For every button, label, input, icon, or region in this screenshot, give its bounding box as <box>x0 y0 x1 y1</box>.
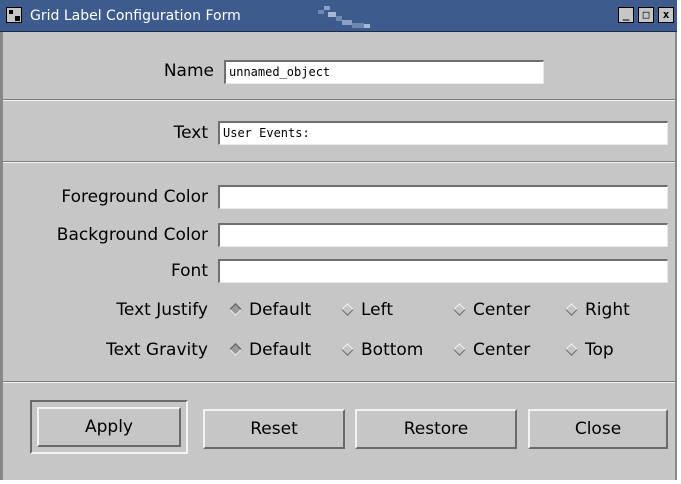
title-bar[interactable]: Grid Label Configuration Form _ □ x <box>0 0 677 32</box>
gravity-top-radio[interactable]: Top <box>564 339 614 361</box>
text-gravity-label: Text Gravity <box>106 340 208 360</box>
separator <box>3 99 675 101</box>
radio-unselected-icon <box>341 342 354 356</box>
window-bottom-edge <box>0 480 681 484</box>
window-title: Grid Label Configuration Form <box>30 8 241 24</box>
justify-default-radio[interactable]: Default <box>228 299 311 321</box>
font-field[interactable] <box>218 259 668 283</box>
radio-unselected-icon <box>453 342 466 356</box>
text-field[interactable]: User Events: <box>218 121 668 145</box>
reset-button[interactable]: Reset <box>203 409 345 449</box>
configuration-window: Grid Label Configuration Form _ □ x Name… <box>0 0 681 484</box>
name-label: Name <box>163 61 214 81</box>
radio-unselected-icon <box>565 342 578 356</box>
radio-label: Default <box>249 300 312 320</box>
radio-label: Center <box>473 340 531 360</box>
radio-label: Top <box>585 340 614 360</box>
background-color-field[interactable] <box>218 223 668 247</box>
name-field[interactable]: unnamed_object <box>224 60 544 84</box>
foreground-color-field[interactable] <box>218 185 668 209</box>
radio-label: Center <box>473 300 531 320</box>
maximize-button[interactable]: □ <box>638 7 654 23</box>
radio-selected-icon <box>229 302 242 316</box>
gravity-bottom-radio[interactable]: Bottom <box>340 339 423 361</box>
foreground-color-label: Foreground Color <box>61 187 208 207</box>
close-button[interactable]: Close <box>528 409 668 449</box>
text-label: Text <box>173 123 208 143</box>
radio-unselected-icon <box>453 302 466 316</box>
separator <box>3 161 675 163</box>
radio-label: Right <box>585 300 630 320</box>
radio-selected-icon <box>229 342 242 356</box>
radio-label: Default <box>249 340 312 360</box>
window-menu-icon[interactable] <box>6 7 22 23</box>
justify-left-radio[interactable]: Left <box>340 299 393 321</box>
separator <box>3 381 675 383</box>
radio-unselected-icon <box>341 302 354 316</box>
gravity-center-radio[interactable]: Center <box>452 339 530 361</box>
close-window-button[interactable]: x <box>658 7 674 23</box>
radio-label: Bottom <box>361 340 424 360</box>
radio-label: Left <box>361 300 393 320</box>
gravity-default-radio[interactable]: Default <box>228 339 311 361</box>
radio-unselected-icon <box>565 302 578 316</box>
minimize-button[interactable]: _ <box>618 7 634 23</box>
font-label: Font <box>170 261 208 281</box>
justify-center-radio[interactable]: Center <box>452 299 530 321</box>
justify-right-radio[interactable]: Right <box>564 299 630 321</box>
background-color-label: Background Color <box>56 225 208 245</box>
restore-button[interactable]: Restore <box>355 409 517 449</box>
titlebar-pattern-icon <box>318 6 370 28</box>
apply-button[interactable]: Apply <box>37 407 181 447</box>
text-justify-label: Text Justify <box>116 300 208 320</box>
